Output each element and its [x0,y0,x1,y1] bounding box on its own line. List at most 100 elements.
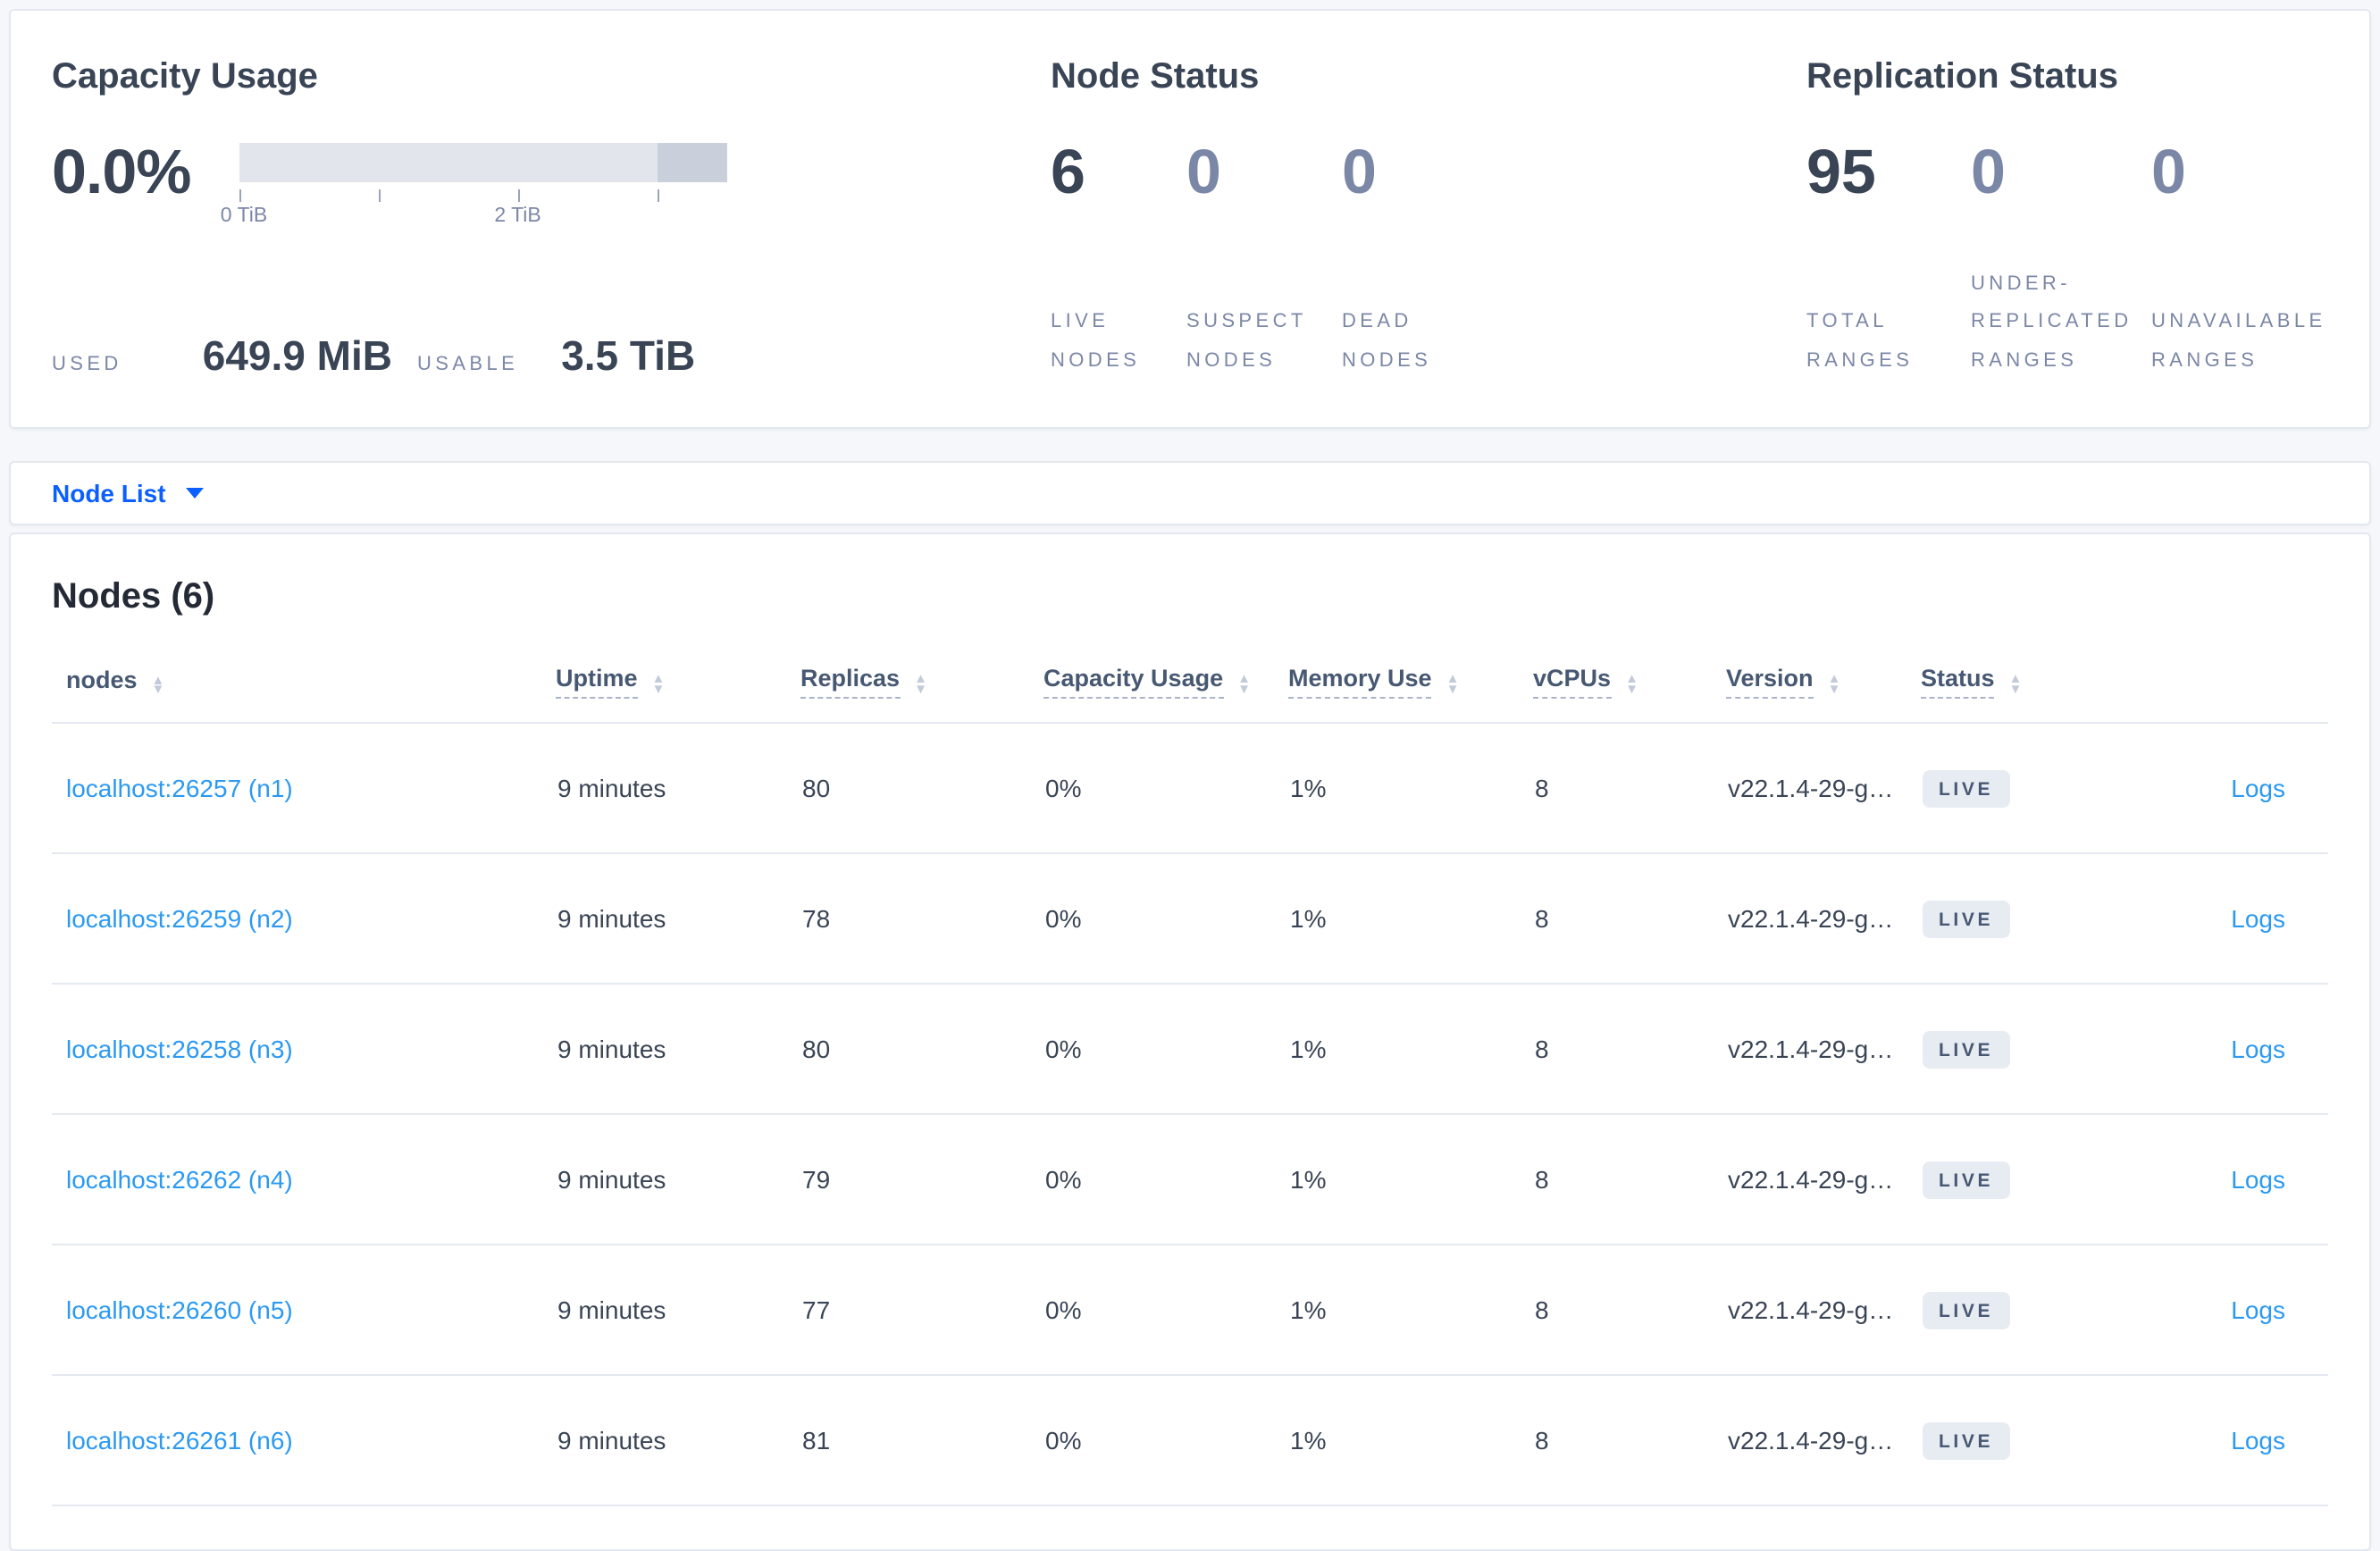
replicas-cell: 79 [800,1114,1043,1245]
sort-icon: ▲ ▼ [151,671,165,697]
stat-value: 0 [1971,138,2006,207]
column-header-capacity-usage[interactable]: Capacity Usage ▲ ▼ [1043,665,1288,724]
sort-icon: ▲ ▼ [1625,670,1638,696]
stat-value: 0 [1342,138,1377,207]
status-cell: LIVE [1921,984,2135,1115]
stat-value: 0 [2151,138,2186,207]
memory-use-cell: 1% [1288,853,1533,985]
capacity-gauge: 0.0% 0 TiB 2 TiB [52,141,1051,231]
capacity-legend: USED 649.9 MiB USABLE 3.5 TiB [52,332,1051,381]
capacity-percent-value: 0.0% [52,138,192,207]
tick-mark [517,189,520,202]
capacity-bar-chart: 0 TiB 2 TiB [221,143,727,231]
capacity-usage-cell: 0% [1043,984,1288,1115]
node-address-link[interactable]: localhost:26261 (n6) [66,1426,293,1455]
logs-link[interactable]: Logs [2231,1035,2285,1063]
replicas-cell: 80 [800,723,1043,854]
node-address-link[interactable]: localhost:26257 (n1) [66,774,293,802]
memory-use-cell: 1% [1288,723,1533,854]
tick-mark [657,189,659,202]
column-header-status[interactable]: Status ▲ ▼ [1921,665,2135,724]
stat-value: 0 [1186,138,1221,207]
stat-under-replicated-ranges: 0 UNDER-REPLICATED RANGES [1971,141,2151,381]
stat-value: 95 [1806,138,1876,207]
node-address-link[interactable]: localhost:26258 (n3) [66,1035,293,1063]
vcpus-cell: 8 [1533,984,1726,1115]
logs-link[interactable]: Logs [2231,774,2285,802]
status-cell: LIVE [1921,1245,2135,1376]
stat-value: 6 [1051,138,1085,207]
logs-link[interactable]: Logs [2231,904,2285,933]
memory-use-cell: 1% [1288,1245,1533,1376]
sort-icon: ▲ ▼ [651,670,666,696]
nodes-card-title: Nodes (6) [52,577,215,616]
logs-cell: Logs [2135,723,2328,854]
memory-use-cell: 1% [1288,984,1533,1115]
nodes-table-body: localhost:26257 (n1) 9 minutes 80 0% 1% … [52,723,2328,1506]
status-badge: LIVE [1923,769,2010,807]
column-header-replicas[interactable]: Replicas ▲ ▼ [800,665,1043,724]
vcpus-cell: 8 [1533,723,1726,854]
capacity-bar-ticks [239,189,727,205]
cluster-summary-card: Capacity Usage 0.0% 0 TiB 2 TiB USED 649… [9,9,2371,429]
column-header-uptime[interactable]: Uptime ▲ ▼ [556,665,800,724]
logs-link[interactable]: Logs [2231,1426,2285,1455]
node-address-cell: localhost:26262 (n4) [52,1114,556,1245]
sort-icon: ▲ ▼ [1827,670,1841,696]
logs-cell: Logs [2135,853,2328,985]
status-badge: LIVE [1923,1291,2010,1329]
stat-label: SUSPECT NODES [1186,311,1307,372]
logs-link[interactable]: Logs [2231,1165,2285,1194]
version-cell: v22.1.4-29-g… [1726,1375,1921,1506]
view-selector-bar: Node List [9,461,2371,525]
version-cell: v22.1.4-29-g… [1726,984,1921,1115]
vcpus-cell: 8 [1533,1375,1726,1506]
uptime-cell: 9 minutes [556,853,800,985]
column-header-version[interactable]: Version ▲ ▼ [1726,665,1921,724]
node-status-stats: 6 LIVE NODES 0 SUSPECT NODES 0 DEAD NODE… [1051,141,1806,381]
used-label: USED [52,354,122,375]
capacity-usage-cell: 0% [1043,1114,1288,1245]
capacity-bar-track [239,143,727,182]
logs-cell: Logs [2135,1245,2328,1376]
capacity-usage-cell: 0% [1043,1245,1288,1376]
node-address-cell: localhost:26257 (n1) [52,723,556,854]
tick-label-0tib: 0 TiB [220,205,268,227]
capacity-usage-cell: 0% [1043,723,1288,854]
vcpus-cell: 8 [1533,853,1726,985]
node-address-link[interactable]: localhost:26262 (n4) [66,1165,293,1194]
replicas-cell: 77 [800,1245,1043,1376]
node-list-dropdown-label: Node List [52,479,166,507]
node-status-section: Node Status 6 LIVE NODES 0 SUSPECT NODES… [1051,11,1806,427]
node-list-dropdown[interactable]: Node List [52,479,204,507]
node-address-link[interactable]: localhost:26260 (n5) [66,1295,293,1324]
uptime-cell: 9 minutes [556,1114,800,1245]
scale-wrapper: Capacity Usage 0.0% 0 TiB 2 TiB USED 649… [0,0,2380,1551]
uptime-cell: 9 minutes [556,1245,800,1376]
column-header-logs [2135,665,2328,724]
logs-cell: Logs [2135,1375,2328,1506]
table-row: localhost:26259 (n2) 9 minutes 78 0% 1% … [52,853,2328,985]
stat-label: DEAD NODES [1342,311,1432,372]
stat-label: LIVE NODES [1051,311,1141,372]
capacity-usage-cell: 0% [1043,1375,1288,1506]
logs-cell: Logs [2135,1114,2328,1245]
tick-label-2tib: 2 TiB [494,205,541,227]
status-badge: LIVE [1923,900,2010,937]
node-address-link[interactable]: localhost:26259 (n2) [66,904,293,933]
table-row: localhost:26262 (n4) 9 minutes 79 0% 1% … [52,1114,2328,1245]
uptime-cell: 9 minutes [556,1375,800,1506]
version-cell: v22.1.4-29-g… [1726,1245,1921,1376]
column-header-vcpus[interactable]: vCPUs ▲ ▼ [1533,665,1726,724]
replicas-cell: 78 [800,853,1043,985]
version-cell: v22.1.4-29-g… [1726,723,1921,854]
tick-mark [378,189,381,202]
status-badge: LIVE [1923,1030,2010,1068]
chevron-down-icon [185,488,204,499]
replicas-cell: 80 [800,984,1043,1115]
vcpus-cell: 8 [1533,1245,1726,1376]
stat-label: UNDER-REPLICATED RANGES [1971,272,2133,372]
logs-link[interactable]: Logs [2231,1295,2285,1324]
column-header-nodes[interactable]: nodes ▲ ▼ [52,665,556,724]
column-header-memory-use[interactable]: Memory Use ▲ ▼ [1288,665,1533,724]
